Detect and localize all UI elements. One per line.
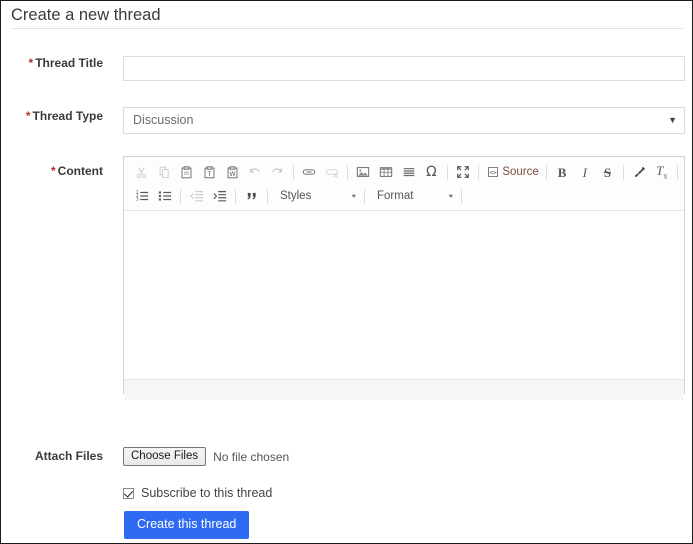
required-marker: * (28, 56, 34, 70)
thread-title-label-text: Thread Title (35, 56, 103, 70)
chevron-down-icon: ▾ (351, 192, 356, 200)
styles-dropdown[interactable]: Styles ▾ (272, 186, 360, 206)
attach-files-label: Attach Files (1, 449, 103, 463)
attach-files-row: Choose Files No file chosen (123, 447, 289, 466)
table-icon[interactable] (376, 162, 397, 182)
subscribe-checkbox[interactable] (123, 487, 134, 499)
remove-format-icon[interactable] (629, 162, 650, 182)
source-button[interactable]: <> Source (484, 162, 540, 182)
toolbar-separator (622, 164, 624, 180)
attach-files-label-text: Attach Files (34, 449, 103, 463)
toolbar-separator (446, 164, 448, 180)
cut-icon[interactable] (131, 162, 152, 182)
toolbar-separator (677, 164, 679, 180)
thread-type-label: * Thread Type (1, 109, 103, 123)
content-label-text: Content (57, 164, 103, 178)
chevron-down-icon: ▼ (668, 115, 677, 125)
maximize-icon[interactable] (453, 162, 474, 182)
thread-title-input[interactable] (123, 56, 685, 81)
horizontal-rule-icon[interactable] (398, 162, 419, 182)
remove-text-style-icon[interactable]: Tx (651, 162, 672, 182)
toolbar-separator (461, 188, 462, 204)
toolbar-separator (180, 188, 181, 204)
copy-icon[interactable] (154, 162, 175, 182)
paste-text-icon[interactable]: T (199, 162, 220, 182)
toolbar-separator (364, 188, 365, 204)
toolbar-separator (235, 188, 236, 204)
format-dropdown-label: Format (377, 190, 414, 202)
editor-status-bar (124, 379, 684, 400)
thread-type-label-text: Thread Type (32, 109, 103, 123)
special-character-icon[interactable]: Ω (421, 162, 442, 182)
rich-text-editor: T W Ω <> Source B I S Tx 1 2 3 Styles ▾ … (123, 156, 685, 400)
choose-files-button[interactable]: Choose Files (123, 447, 207, 466)
create-thread-page: Create a new thread * Thread Title * Threa… (0, 0, 693, 544)
subscribe-row[interactable]: Subscribe to this thread (123, 486, 272, 500)
subscribe-label: Subscribe to this thread (141, 486, 273, 500)
svg-text:T: T (206, 170, 211, 178)
editor-toolbar-row-1: T W Ω <> Source B I S Tx (126, 160, 682, 184)
bulleted-list-icon[interactable] (154, 186, 175, 206)
editor-content-area[interactable] (124, 211, 684, 379)
link-icon[interactable] (299, 162, 320, 182)
required-marker: * (25, 109, 31, 123)
indent-icon[interactable] (209, 186, 230, 206)
thread-title-label: * Thread Title (1, 56, 103, 70)
svg-text:3: 3 (135, 197, 138, 203)
editor-toolbar-row-2: 123 Styles ▾ Format ▾ (126, 184, 682, 208)
paste-word-icon[interactable]: W (222, 162, 243, 182)
paste-icon[interactable] (176, 162, 197, 182)
redo-icon[interactable] (267, 162, 288, 182)
toolbar-separator (478, 164, 480, 180)
create-thread-button[interactable]: Create this thread (124, 511, 250, 539)
svg-text:<>: <> (490, 170, 498, 177)
numbered-list-icon[interactable]: 123 (131, 186, 152, 206)
content-label: * Content (1, 164, 103, 178)
format-dropdown[interactable]: Format ▾ (369, 186, 457, 206)
strikethrough-icon[interactable]: S (597, 162, 618, 182)
unlink-icon[interactable] (321, 162, 342, 182)
toolbar-separator (267, 188, 268, 204)
bold-icon[interactable]: B (552, 162, 573, 182)
toolbar-separator (347, 164, 349, 180)
image-icon[interactable] (353, 162, 374, 182)
styles-dropdown-label: Styles (280, 190, 312, 202)
file-status-text: No file chosen (213, 449, 290, 464)
blockquote-icon[interactable] (241, 186, 262, 206)
italic-icon[interactable]: I (574, 162, 595, 182)
outdent-icon[interactable] (186, 186, 207, 206)
editor-toolbar: T W Ω <> Source B I S Tx 1 2 3 Styles ▾ … (124, 157, 684, 211)
page-header: Create a new thread (11, 3, 683, 29)
thread-type-selected-value: Discussion (133, 113, 194, 127)
page-title: Create a new thread (11, 6, 161, 24)
thread-type-select[interactable]: Discussion ▼ (123, 107, 685, 134)
undo-icon[interactable] (244, 162, 265, 182)
required-marker: * (51, 164, 56, 178)
svg-text:W: W (229, 171, 235, 178)
source-button-label: Source (502, 166, 539, 178)
toolbar-separator (545, 164, 547, 180)
toolbar-separator (292, 164, 294, 180)
chevron-down-icon: ▾ (448, 192, 453, 200)
